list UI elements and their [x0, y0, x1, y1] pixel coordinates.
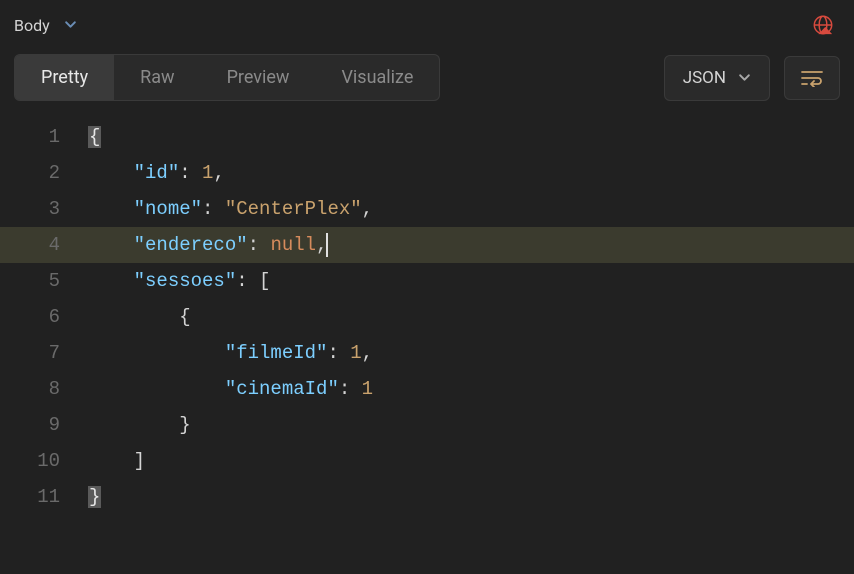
tab-pretty[interactable]: Pretty — [15, 55, 114, 100]
text-cursor — [326, 233, 328, 257]
line-number: 4 — [0, 227, 88, 263]
tab-raw[interactable]: Raw — [114, 55, 200, 100]
line-number: 2 — [0, 155, 88, 191]
response-body-editor[interactable]: 1 { 2 "id": 1, 3 "nome": "CenterPlex", 4… — [0, 119, 854, 515]
line-number: 10 — [0, 443, 88, 479]
code-line-9: } — [88, 407, 854, 443]
code-line-4: "endereco": null, — [88, 227, 854, 263]
line-number: 5 — [0, 263, 88, 299]
format-select[interactable]: JSON — [664, 55, 770, 101]
code-line-2: "id": 1, — [88, 155, 854, 191]
network-warning-icon[interactable] — [812, 14, 834, 36]
section-label[interactable]: Body — [14, 16, 50, 35]
line-number: 7 — [0, 335, 88, 371]
code-line-8: "cinemaId": 1 — [88, 371, 854, 407]
code-line-7: "filmeId": 1, — [88, 335, 854, 371]
tab-preview[interactable]: Preview — [201, 55, 316, 100]
code-line-6: { — [88, 299, 854, 335]
code-line-11: } — [88, 479, 854, 515]
format-select-value: JSON — [683, 68, 726, 88]
code-line-3: "nome": "CenterPlex", — [88, 191, 854, 227]
chevron-down-icon[interactable] — [64, 16, 77, 35]
code-line-1: { — [88, 119, 854, 155]
tab-visualize[interactable]: Visualize — [315, 55, 439, 100]
code-line-5: "sessoes": [ — [88, 263, 854, 299]
line-number: 9 — [0, 407, 88, 443]
line-number: 6 — [0, 299, 88, 335]
wrap-lines-icon — [801, 69, 823, 87]
view-tabs: Pretty Raw Preview Visualize — [14, 54, 440, 101]
code-line-10: ] — [88, 443, 854, 479]
line-number: 3 — [0, 191, 88, 227]
line-number: 1 — [0, 119, 88, 155]
wrap-lines-button[interactable] — [784, 56, 840, 100]
line-number: 11 — [0, 479, 88, 515]
line-number: 8 — [0, 371, 88, 407]
